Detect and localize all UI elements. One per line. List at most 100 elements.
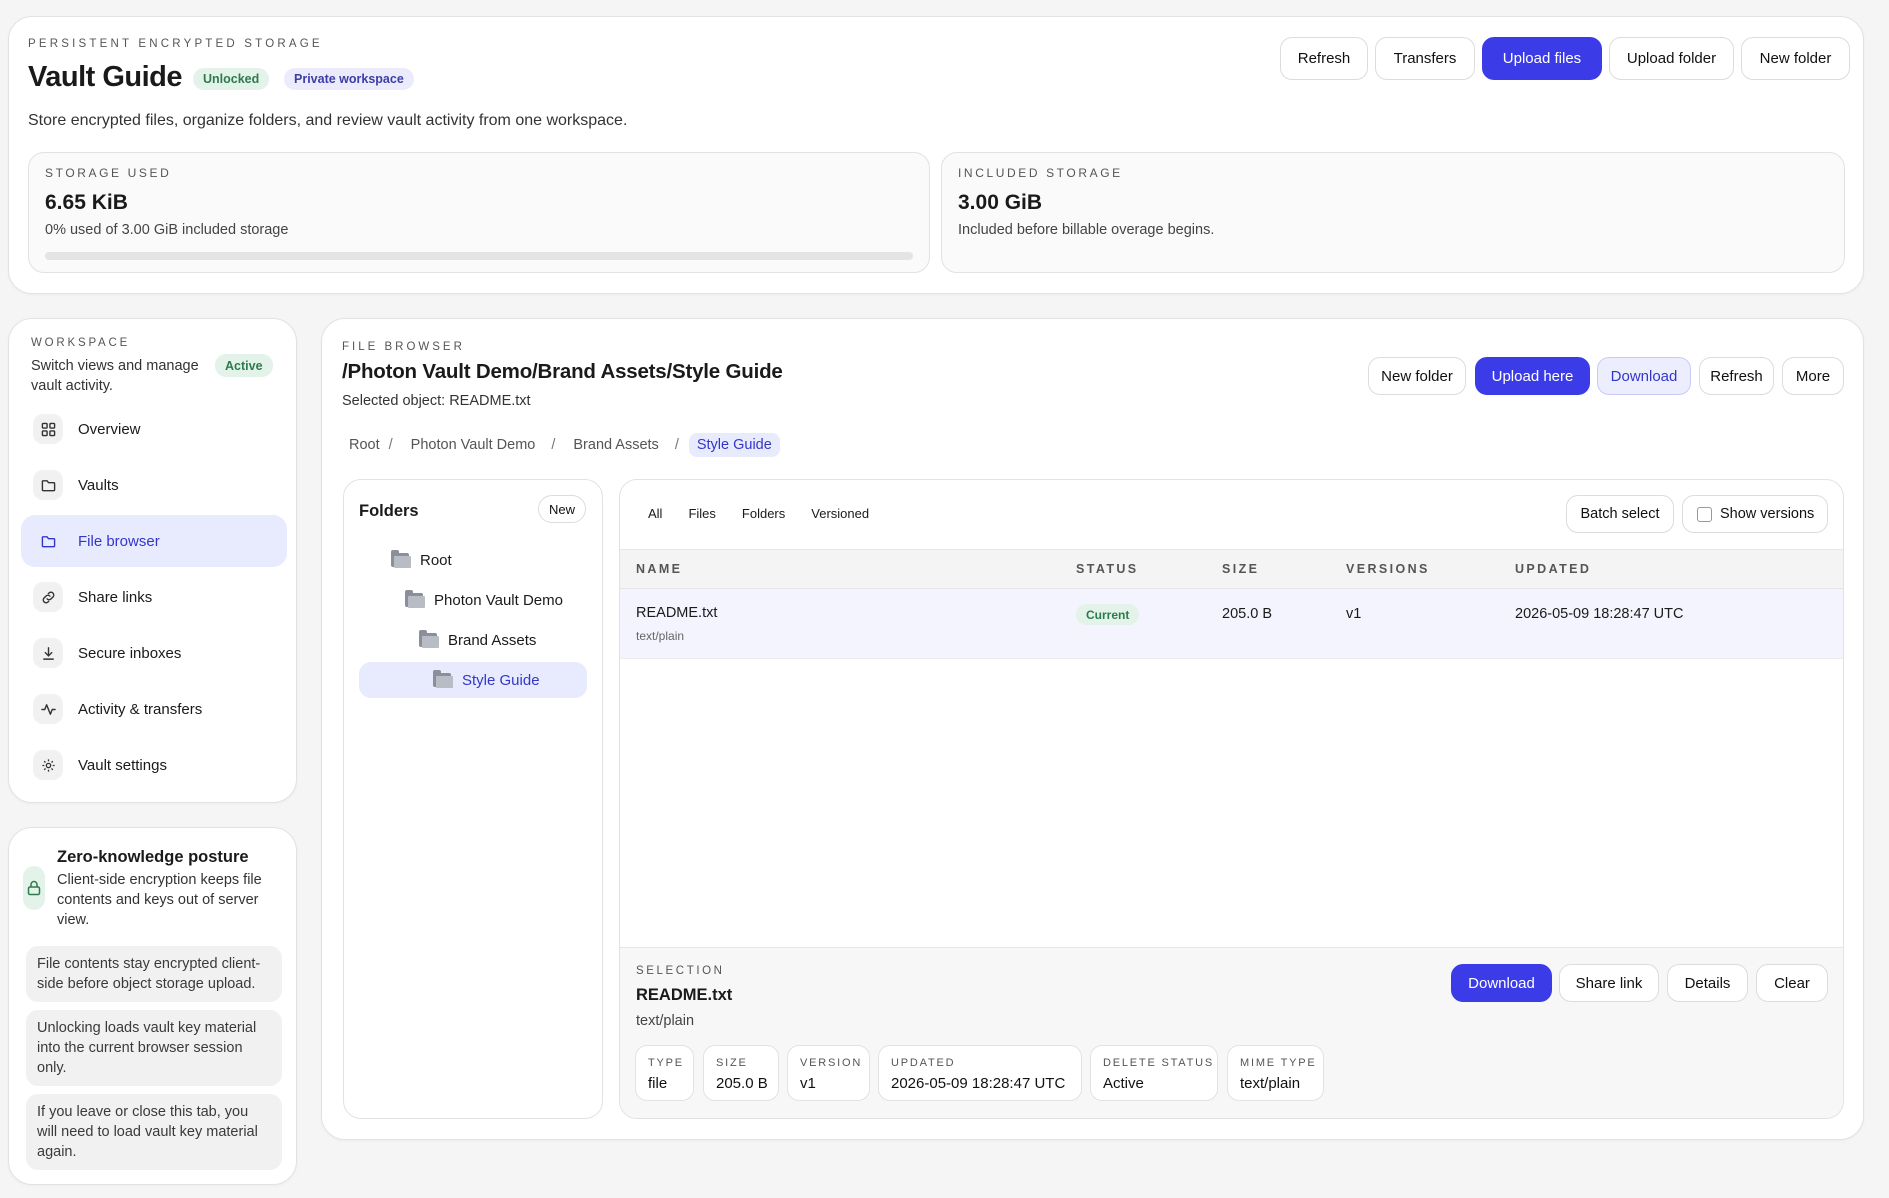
posture-title: Zero-knowledge posture — [57, 848, 249, 866]
upload-folder-button[interactable]: Upload folder — [1609, 37, 1734, 80]
meta-value: Active — [1103, 1075, 1144, 1092]
clear-button[interactable]: Clear — [1756, 964, 1828, 1002]
sidebar-item-file-browser[interactable]: File browser — [21, 515, 287, 567]
workspace-badge: Private workspace — [284, 68, 414, 90]
activity-icon — [33, 694, 63, 724]
browser-eyebrow: FILE BROWSER — [342, 341, 465, 353]
meta-value: 2026-05-09 18:28:47 UTC — [891, 1075, 1066, 1092]
breadcrumb-photon-vault-demo[interactable]: Photon Vault Demo — [395, 437, 550, 453]
file-browser-card: FILE BROWSER /Photon Vault Demo/Brand As… — [321, 318, 1864, 1140]
show-versions-label: Show versions — [1720, 506, 1815, 522]
header-subtitle: Store encrypted files, organize folders,… — [28, 112, 628, 129]
show-versions-checkbox[interactable] — [1697, 506, 1712, 522]
meta-value: file — [648, 1075, 668, 1092]
status-badge: Current — [1076, 604, 1140, 625]
meta-value: v1 — [800, 1075, 816, 1092]
breadcrumb-brand-assets[interactable]: Brand Assets — [557, 437, 672, 453]
sidebar: WORKSPACE Switch views and manage vault … — [8, 318, 297, 803]
selection-download-button[interactable]: Download — [1451, 964, 1552, 1002]
sidebar-item-label: Secure inboxes — [78, 644, 182, 662]
storage-used-label: STORAGE USED — [45, 166, 172, 180]
posture-description: Client-side encryption keeps file conten… — [57, 872, 262, 928]
meta-delete-status: DELETE STATUS Active — [1090, 1045, 1218, 1101]
meta-label: MIME TYPE — [1240, 1057, 1317, 1069]
upload-files-button[interactable]: Upload files — [1482, 37, 1602, 80]
meta-type: TYPE file — [635, 1045, 694, 1101]
sidebar-item-share-links[interactable]: Share links — [21, 571, 287, 623]
tree-item-label: Root — [420, 551, 452, 569]
unlocked-badge: Unlocked — [193, 68, 270, 90]
details-button[interactable]: Details — [1667, 964, 1748, 1002]
folder-icon — [405, 590, 425, 608]
sidebar-item-vault-settings[interactable]: Vault settings — [21, 739, 287, 791]
folder-icon — [33, 526, 63, 556]
browser-refresh-button[interactable]: Refresh — [1699, 357, 1774, 395]
filter-tabs: All Files Folders Versioned — [636, 506, 882, 521]
column-versions[interactable]: VERSIONS — [1346, 562, 1430, 576]
show-versions-toggle[interactable]: Show versions — [1682, 495, 1828, 533]
folder-icon — [419, 630, 439, 648]
column-name[interactable]: NAME — [636, 562, 682, 576]
meta-size: SIZE 205.0 B — [703, 1045, 779, 1101]
selection-mime: text/plain — [636, 1013, 695, 1029]
share-link-button[interactable]: Share link — [1559, 964, 1659, 1002]
meta-value: text/plain — [1240, 1075, 1301, 1092]
meta-updated: UPDATED 2026-05-09 18:28:47 UTC — [878, 1045, 1082, 1101]
tree-item-root[interactable]: Root — [359, 542, 587, 578]
included-storage-value: 3.00 GiB — [958, 191, 1043, 214]
transfers-button[interactable]: Transfers — [1375, 37, 1475, 80]
tree-item-label: Brand Assets — [448, 631, 537, 649]
tab-versioned[interactable]: Versioned — [798, 506, 882, 521]
page-title: Vault Guide — [28, 61, 183, 93]
sidebar-item-overview[interactable]: Overview — [21, 403, 287, 455]
sidebar-status-badge: Active — [215, 354, 273, 377]
meta-value: 205.0 B — [716, 1075, 768, 1092]
gear-icon — [33, 750, 63, 780]
table-row[interactable]: README.txt text/plain Current 205.0 B v1… — [620, 589, 1843, 659]
column-updated[interactable]: UPDATED — [1515, 562, 1591, 576]
included-storage-panel: INCLUDED STORAGE 3.00 GiB Included befor… — [941, 152, 1845, 273]
batch-select-button[interactable]: Batch select — [1566, 495, 1674, 533]
sidebar-item-vaults[interactable]: Vaults — [21, 459, 287, 511]
tab-files[interactable]: Files — [675, 506, 728, 521]
folder-icon — [33, 470, 63, 500]
new-folder-small-button[interactable]: New — [538, 495, 586, 523]
download-icon — [33, 638, 63, 668]
column-status[interactable]: STATUS — [1076, 562, 1139, 576]
upload-here-button[interactable]: Upload here — [1475, 357, 1590, 395]
selected-object: Selected object: README.txt — [342, 393, 531, 409]
tree-item-label: Photon Vault Demo — [434, 591, 563, 609]
tree-item-brand-assets[interactable]: Brand Assets — [359, 622, 587, 658]
new-folder-button[interactable]: New folder — [1741, 37, 1850, 80]
meta-mime-type: MIME TYPE text/plain — [1227, 1045, 1324, 1101]
storage-used-detail: 0% used of 3.00 GiB included storage — [45, 222, 289, 238]
meta-label: VERSION — [800, 1057, 863, 1069]
sidebar-item-secure-inboxes[interactable]: Secure inboxes — [21, 627, 287, 679]
column-size[interactable]: SIZE — [1222, 562, 1259, 576]
more-button[interactable]: More — [1782, 357, 1844, 395]
sidebar-item-activity[interactable]: Activity & transfers — [21, 683, 287, 735]
files-panel: All Files Folders Versioned Batch select… — [619, 479, 1844, 1119]
tab-all[interactable]: All — [636, 506, 675, 521]
folders-panel: Folders New Root Photon Vault Demo Brand… — [343, 479, 603, 1119]
browser-download-button[interactable]: Download — [1597, 357, 1691, 395]
file-name[interactable]: README.txt — [636, 605, 717, 621]
included-storage-label: INCLUDED STORAGE — [958, 166, 1123, 180]
tree-item-photon-vault-demo[interactable]: Photon Vault Demo — [359, 582, 587, 618]
meta-label: SIZE — [716, 1057, 748, 1069]
meta-label: DELETE STATUS — [1103, 1057, 1215, 1069]
refresh-button[interactable]: Refresh — [1280, 37, 1368, 80]
sidebar-item-label: Overview — [78, 420, 141, 438]
sidebar-item-label: File browser — [78, 532, 160, 550]
storage-used-panel: STORAGE USED 6.65 KiB 0% used of 3.00 Gi… — [28, 152, 930, 273]
file-versions: v1 — [1346, 606, 1362, 622]
browser-new-folder-button[interactable]: New folder — [1368, 357, 1466, 395]
storage-used-value: 6.65 KiB — [45, 191, 128, 214]
tab-folders[interactable]: Folders — [729, 506, 798, 521]
storage-progress-track — [45, 252, 913, 260]
tree-item-style-guide[interactable]: Style Guide — [359, 662, 587, 698]
link-icon — [33, 582, 63, 612]
header-eyebrow: PERSISTENT ENCRYPTED STORAGE — [28, 38, 323, 50]
breadcrumb-root[interactable]: Root — [342, 437, 387, 453]
breadcrumb-style-guide[interactable]: Style Guide — [688, 433, 780, 457]
